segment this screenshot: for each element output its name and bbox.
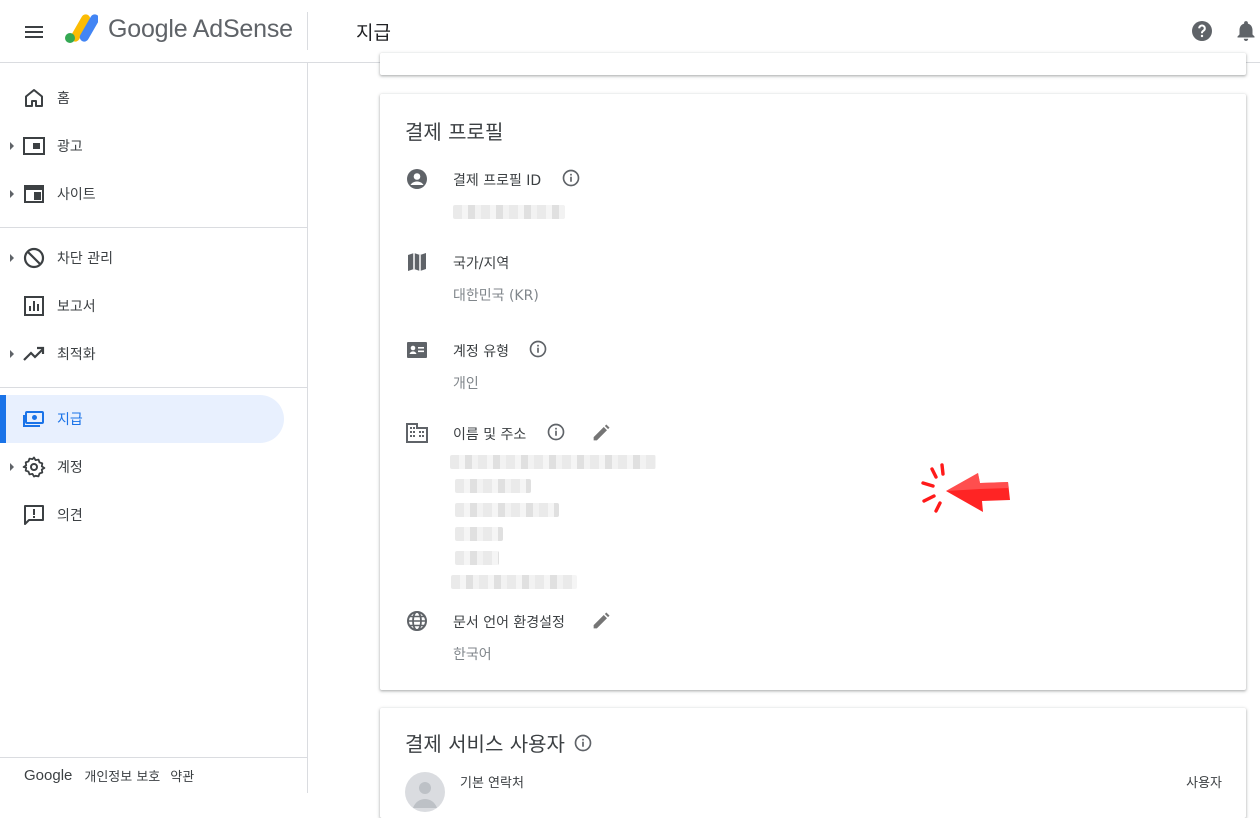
redacted-address-line xyxy=(455,479,531,493)
account-type-value: 개인 xyxy=(453,376,479,392)
sidebar-item-label: 계정 xyxy=(57,460,83,476)
name-address-label: 이름 및 주소 xyxy=(453,427,527,443)
google-brand-text: Google xyxy=(24,767,73,784)
card-title: 결제 프로필 xyxy=(405,120,504,144)
home-icon xyxy=(25,89,43,107)
sidebar-item-label: 사이트 xyxy=(57,187,96,203)
header-divider xyxy=(307,12,308,50)
payment-users-card: 결제 서비스 사용자 기본 연락처 사용자 xyxy=(380,708,1246,818)
sites-icon xyxy=(24,185,44,203)
sidebar-item-optimization[interactable]: 최적화 xyxy=(0,330,284,378)
product-name: Google AdSense xyxy=(108,14,293,43)
globe-language-icon xyxy=(407,611,427,631)
sidebar-item-label: 홈 xyxy=(57,91,70,107)
expand-caret-icon[interactable] xyxy=(10,190,14,198)
privacy-link[interactable]: 개인정보 보호 xyxy=(84,766,160,785)
doc-language-label: 문서 언어 환경설정 xyxy=(453,615,565,631)
sidebar-item-label: 지급 xyxy=(57,412,83,428)
redacted-address-line xyxy=(455,503,559,517)
block-icon xyxy=(23,247,45,269)
expand-caret-icon[interactable] xyxy=(10,254,14,262)
sidebar-item-blocking[interactable]: 차단 관리 xyxy=(0,234,284,282)
business-building-icon xyxy=(406,423,428,443)
info-icon[interactable] xyxy=(528,339,548,359)
doc-language-value: 한국어 xyxy=(453,647,492,663)
sidebar-item-label: 차단 관리 xyxy=(57,251,113,267)
person-avatar-icon xyxy=(413,782,437,808)
sidebar: 홈 광고 사이트 차단 관리 보고서 최적화 지급 계정 의견 Google 개… xyxy=(0,63,308,793)
settings-gear-icon xyxy=(22,456,46,478)
sidebar-item-label: 광고 xyxy=(57,139,83,155)
sidebar-item-label: 보고서 xyxy=(57,299,96,315)
trending-up-icon xyxy=(23,346,45,361)
main-content: 결제 프로필 결제 프로필 ID 국가/지역 대한민국 (KR) 계정 유형 개… xyxy=(308,53,1260,818)
sidebar-item-label: 최적화 xyxy=(57,347,96,363)
sidebar-item-sites[interactable]: 사이트 xyxy=(0,170,284,218)
reports-icon xyxy=(24,296,44,316)
user-role-label: 사용자 xyxy=(1186,776,1222,791)
sidebar-item-feedback[interactable]: 의견 xyxy=(0,491,284,539)
notifications-bell-icon[interactable] xyxy=(1234,19,1258,43)
sidebar-footer: Google 개인정보 보호 약관 xyxy=(0,757,307,793)
profile-id-label: 결제 프로필 ID xyxy=(453,173,542,189)
main-menu-button[interactable] xyxy=(14,12,54,52)
edit-pencil-icon[interactable] xyxy=(590,422,612,444)
adsense-logo-icon xyxy=(65,14,98,43)
payments-icon xyxy=(23,411,44,427)
feedback-icon xyxy=(24,505,44,525)
info-icon[interactable] xyxy=(573,733,593,753)
terms-link[interactable]: 약관 xyxy=(170,766,194,785)
country-value: 대한민국 (KR) xyxy=(453,288,539,304)
red-pointer-arrow-annotation xyxy=(921,463,1010,513)
edit-pencil-icon[interactable] xyxy=(590,610,612,632)
info-icon[interactable] xyxy=(561,168,581,188)
redacted-address-line xyxy=(455,551,499,565)
contact-card-icon xyxy=(407,342,427,358)
card-title: 결제 서비스 사용자 xyxy=(405,728,593,757)
payment-profile-card: 결제 프로필 결제 프로필 ID 국가/지역 대한민국 (KR) 계정 유형 개… xyxy=(380,94,1246,690)
primary-contact-label: 기본 연락처 xyxy=(460,776,524,791)
hamburger-menu-icon xyxy=(25,26,43,38)
redacted-profile-id xyxy=(453,205,565,219)
help-icon[interactable] xyxy=(1190,19,1214,43)
expand-caret-icon[interactable] xyxy=(10,463,14,471)
sidebar-divider xyxy=(0,227,307,228)
page-title: 지급 xyxy=(356,22,391,44)
adsense-logo[interactable]: Google AdSense xyxy=(64,14,293,44)
info-icon[interactable] xyxy=(546,422,566,442)
sidebar-item-account[interactable]: 계정 xyxy=(0,443,284,491)
map-icon xyxy=(408,253,426,271)
redacted-address-line xyxy=(451,575,577,589)
redacted-address-line xyxy=(455,527,503,541)
sidebar-item-home[interactable]: 홈 xyxy=(0,74,284,122)
sidebar-item-ads[interactable]: 광고 xyxy=(0,122,284,170)
previous-card xyxy=(380,53,1246,75)
expand-caret-icon[interactable] xyxy=(10,350,14,358)
sidebar-item-payments[interactable]: 지급 xyxy=(0,395,284,443)
expand-caret-icon[interactable] xyxy=(10,142,14,150)
sidebar-divider xyxy=(0,387,307,388)
avatar xyxy=(405,772,445,812)
account-type-label: 계정 유형 xyxy=(453,344,509,360)
ads-icon xyxy=(23,137,45,155)
country-label: 국가/지역 xyxy=(453,256,510,272)
sidebar-item-reports[interactable]: 보고서 xyxy=(0,282,284,330)
payment-users-title: 결제 서비스 사용자 xyxy=(405,732,565,756)
sidebar-item-label: 의견 xyxy=(57,508,83,524)
account-circle-icon xyxy=(407,169,427,189)
redacted-name xyxy=(450,455,656,469)
